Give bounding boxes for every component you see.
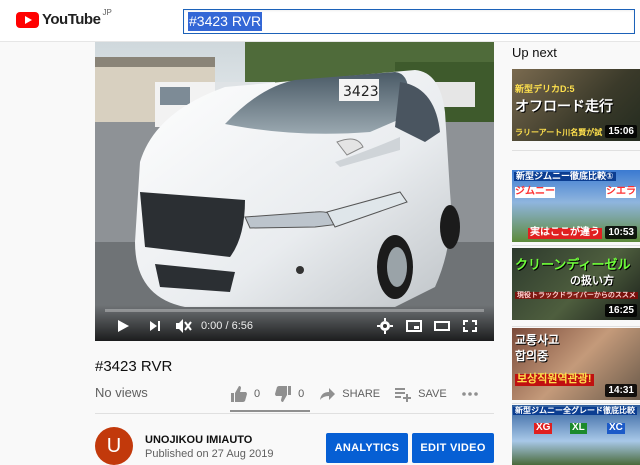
more-horizontal-icon: [461, 392, 478, 396]
theater-icon: [434, 321, 450, 331]
thumbnail-caption: ラリーアート川名賢が試: [515, 128, 603, 137]
thumbnail-caption: の扱い方: [570, 275, 614, 287]
up-next-heading: Up next: [512, 45, 557, 60]
time-display: 0:00 / 6:56: [201, 320, 253, 332]
view-count: No views: [95, 385, 148, 400]
thumbnail-caption: XC: [607, 422, 625, 434]
thumbnail-caption: 보상직원역관광!: [515, 373, 594, 386]
progress-bar[interactable]: [105, 309, 484, 312]
video-player[interactable]: 3423 0:00 / 6:56: [95, 42, 494, 341]
divider: [512, 245, 640, 246]
channel-avatar[interactable]: U: [95, 427, 133, 465]
thumbs-up-icon: [231, 386, 247, 402]
thumbnail-caption: 現役トラックドライバーからのススメ: [515, 292, 638, 300]
masthead: YouTube JP #3423 RVR: [0, 0, 640, 42]
up-next-thumbnail[interactable]: 新型デリカD:5 オフロード走行 ラリーアート川名賢が試 15:06: [512, 69, 640, 141]
more-actions-button[interactable]: [461, 385, 485, 403]
theater-mode-button[interactable]: [432, 317, 452, 335]
logo-region: JP: [102, 8, 112, 17]
play-icon: [118, 320, 129, 332]
play-button[interactable]: [113, 317, 133, 335]
like-count: 0: [254, 388, 261, 400]
thumbnail-caption: 新型ジムニー徹底比較①: [514, 171, 616, 182]
thumbnail-caption: 新型デリカD:5: [515, 84, 575, 94]
next-button[interactable]: [145, 317, 165, 335]
divider: [512, 403, 640, 404]
save-label: SAVE: [418, 388, 447, 400]
video-duration: 16:25: [605, 304, 637, 317]
search-input[interactable]: #3423 RVR: [183, 9, 635, 34]
thumbnail-caption: 新型ジムニー全グレード徹底比較: [513, 406, 637, 416]
player-controls: 0:00 / 6:56: [95, 305, 494, 341]
divider: [95, 413, 494, 414]
divider: [512, 150, 640, 151]
video-duration: 10:53: [605, 226, 637, 239]
share-icon: [320, 388, 336, 400]
thumbnail-caption: ジムニー: [515, 186, 555, 198]
up-next-thumbnail[interactable]: 新型ジムニー全グレード徹底比較 XG XL XC: [512, 405, 640, 465]
share-label: SHARE: [342, 388, 381, 400]
skip-next-icon: [150, 321, 160, 331]
thumbnail-caption: 합의중: [515, 349, 549, 363]
logo-text: YouTube: [42, 11, 101, 28]
video-frame: 3423: [95, 42, 494, 341]
video-duration: 15:06: [605, 125, 637, 138]
thumbnail-caption: クリーンディーゼル: [515, 257, 631, 272]
up-next-thumbnail[interactable]: クリーンディーゼル の扱い方 現役トラックドライバーからのススメ 16:25: [512, 248, 640, 320]
share-button[interactable]: SHARE: [318, 385, 380, 403]
plate-number: 3423: [343, 84, 379, 100]
edit-video-button[interactable]: EDIT VIDEO: [412, 433, 494, 463]
like-button[interactable]: 0: [230, 385, 260, 403]
add-to-playlist-icon: [395, 388, 412, 402]
video-title: #3423 RVR: [95, 358, 173, 375]
miniplayer-button[interactable]: [404, 317, 424, 335]
fullscreen-icon: [463, 320, 477, 332]
thumbnail-caption: オフロード走行: [515, 98, 613, 114]
thumbnail-caption: シエラ: [606, 186, 636, 198]
save-button[interactable]: SAVE: [394, 385, 447, 403]
mute-button[interactable]: [173, 317, 193, 335]
thumbnail-caption: XL: [570, 422, 587, 434]
volume-muted-icon: [176, 319, 192, 333]
thumbnail-caption: XG: [534, 422, 553, 434]
channel-name[interactable]: UNOJIKOU IMIAUTO: [145, 434, 252, 446]
thumbs-down-icon: [275, 386, 292, 402]
video-duration: 14:31: [605, 384, 637, 397]
settings-button[interactable]: [375, 317, 395, 335]
fullscreen-button[interactable]: [460, 317, 480, 335]
sentiment-bar: [230, 410, 310, 412]
divider: [512, 326, 640, 327]
dislike-count: 0: [298, 388, 305, 400]
youtube-logo[interactable]: YouTube JP: [16, 8, 112, 28]
miniplayer-icon: [406, 320, 422, 332]
dislike-button[interactable]: 0: [274, 385, 304, 403]
youtube-play-icon: [16, 11, 39, 28]
search-query: #3423 RVR: [188, 12, 263, 31]
up-next-thumbnail[interactable]: 교통사고 합의중 보상직원역관광! 14:31: [512, 328, 640, 400]
gear-icon: [377, 318, 393, 334]
thumbnail-caption: 実はここが違う: [528, 227, 602, 239]
video-actions: 0 0 SHARE SAVE: [230, 382, 499, 406]
up-next-thumbnail[interactable]: 新型ジムニー徹底比較① ジムニー シエラ 実はここが違う 10:53: [512, 170, 640, 242]
analytics-button[interactable]: ANALYTICS: [326, 433, 408, 463]
thumbnail-caption: 교통사고: [515, 333, 560, 347]
publish-date: Published on 27 Aug 2019: [145, 448, 274, 460]
